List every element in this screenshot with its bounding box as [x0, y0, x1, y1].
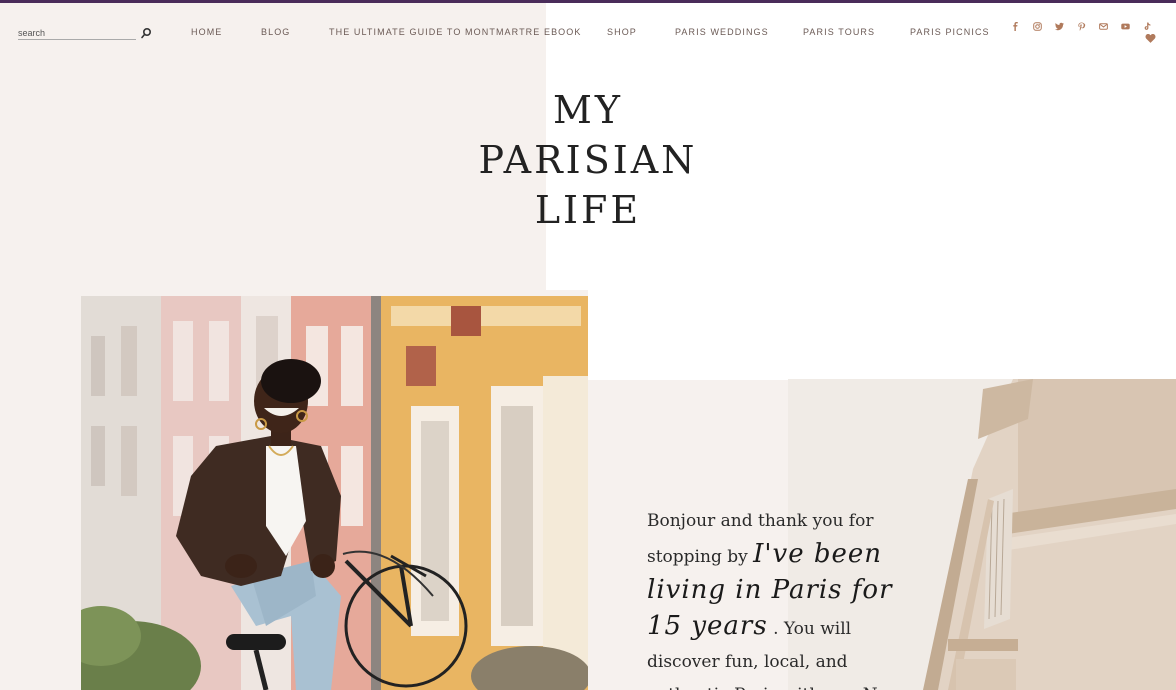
nav-item-blog[interactable]: BLOG — [261, 27, 290, 37]
nav-item-paris-tours[interactable]: PARIS TOURS — [803, 27, 875, 37]
nav-item-home[interactable]: HOME — [191, 27, 222, 37]
background-white-notch — [588, 290, 1176, 380]
pinterest-icon[interactable] — [1070, 19, 1092, 33]
facebook-icon[interactable] — [1004, 19, 1026, 33]
intro-paragraph: Bonjour and thank you for stopping by I'… — [647, 505, 907, 690]
site-title[interactable]: MY PARISIAN LIFE — [430, 85, 746, 235]
youtube-icon[interactable] — [1114, 19, 1136, 33]
heart-icon[interactable] — [1145, 33, 1156, 44]
twitter-icon[interactable] — [1048, 19, 1070, 33]
nav-item-shop[interactable]: SHOP — [607, 27, 637, 37]
site-title-line-2: PARISIAN — [478, 138, 698, 182]
site-title-line-1: MY — [553, 88, 623, 132]
main-nav: HOME BLOG THE ULTIMATE GUIDE TO MONTMART… — [0, 27, 1176, 39]
nav-item-paris-weddings[interactable]: PARIS WEDDINGS — [675, 27, 769, 37]
email-icon[interactable] — [1092, 19, 1114, 33]
nav-item-paris-picnics[interactable]: PARIS PICNICS — [910, 27, 990, 37]
nav-item-montmartre-ebook[interactable]: THE ULTIMATE GUIDE TO MONTMARTRE EBOOK — [329, 27, 582, 37]
social-links — [1004, 19, 1158, 33]
tiktok-icon[interactable] — [1136, 19, 1158, 33]
instagram-icon[interactable] — [1026, 19, 1048, 33]
site-title-line-3: LIFE — [534, 188, 642, 232]
hero-photo-woman-bicycle — [81, 296, 588, 690]
